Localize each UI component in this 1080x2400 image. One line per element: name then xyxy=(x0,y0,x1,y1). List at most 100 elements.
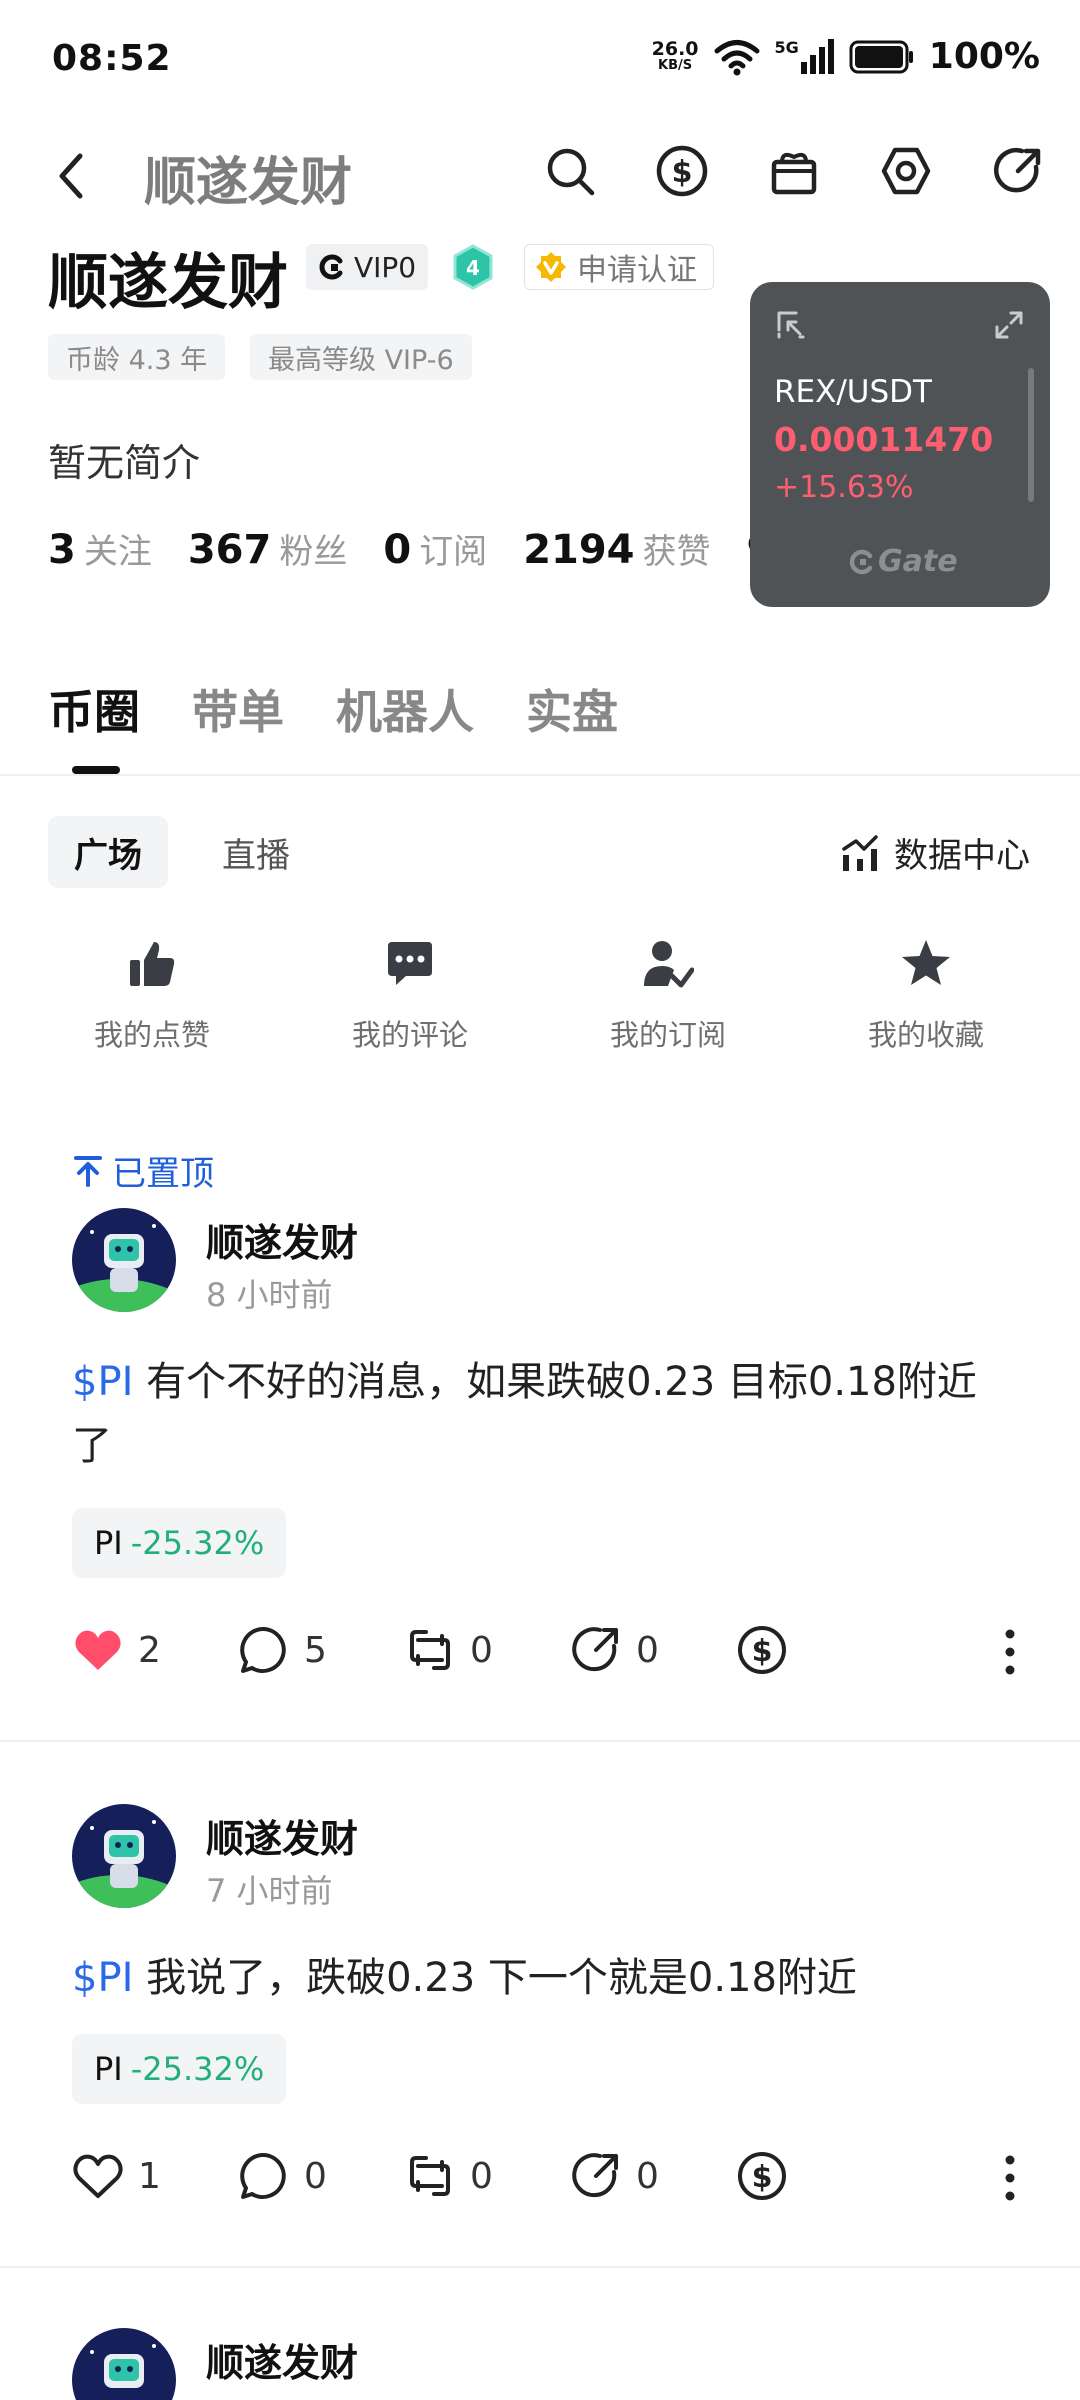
comment-icon xyxy=(384,938,436,990)
tip-button[interactable]: $ xyxy=(736,1624,902,1676)
stat-value: 2194 xyxy=(523,527,635,573)
repost-button[interactable]: 0 xyxy=(404,2150,570,2202)
tip-button[interactable]: $ xyxy=(736,2150,902,2202)
vip-badge[interactable]: VIP0 xyxy=(306,244,429,290)
battery-level: 100% xyxy=(928,36,1040,77)
more-options-icon[interactable] xyxy=(1004,1626,1016,1678)
subscribe-icon xyxy=(642,938,694,990)
pin-top-icon xyxy=(74,1155,102,1187)
share-icon[interactable] xyxy=(992,145,1044,197)
floating-ticker-widget[interactable]: REX/USDT 0.00011470 +15.63% Gate xyxy=(750,282,1050,607)
stat-following[interactable]: 3 关注 xyxy=(48,524,152,573)
comment-count: 0 xyxy=(304,2155,327,2197)
post-body[interactable]: $PI 我说了，跌破0.23 下一个就是0.18附近 xyxy=(72,1946,1012,2010)
vip-logo-icon xyxy=(318,253,346,281)
subtab-square[interactable]: 广场 xyxy=(48,816,168,888)
pinned-label: 已置顶 xyxy=(74,1146,214,1195)
avatar[interactable] xyxy=(72,2328,176,2400)
avatar[interactable] xyxy=(72,1208,176,1312)
dollar-icon: $ xyxy=(738,1626,786,1674)
apply-verify-button[interactable]: 申请认证 xyxy=(524,244,714,290)
back-icon[interactable] xyxy=(52,150,92,202)
post-author[interactable]: 顺遂发财 xyxy=(206,1212,358,1267)
post-ticker-link[interactable]: $PI xyxy=(72,1955,133,2001)
expand-icon[interactable] xyxy=(994,310,1024,340)
level-number: 4 xyxy=(466,256,480,280)
ticker-change: +15.63% xyxy=(774,470,914,505)
my-subscriptions-button[interactable]: 我的订阅 xyxy=(568,938,768,1054)
coin-symbol: PI xyxy=(94,1524,123,1562)
stat-subscriptions[interactable]: 0 订阅 xyxy=(383,524,487,573)
post-time: 8 小时前 xyxy=(206,1276,333,1314)
share-post-button[interactable]: 0 xyxy=(570,2150,736,2202)
star-icon xyxy=(900,938,952,990)
coin-change: -25.32% xyxy=(130,1524,265,1562)
tabs-divider xyxy=(0,774,1080,776)
comment-button[interactable]: 5 xyxy=(238,1624,404,1676)
post-text: 有个不好的消息，如果跌破0.23 目标0.18附近了 xyxy=(72,1359,977,1469)
coin-chip[interactable]: PI -25.32% xyxy=(72,1508,287,1578)
main-tabs: 币圈 带单 机器人 实盘 xyxy=(48,676,618,742)
heart-filled-icon xyxy=(75,1630,121,1670)
comment-button[interactable]: 0 xyxy=(238,2150,404,2202)
comment-count: 5 xyxy=(304,1629,327,1671)
status-time: 08:52 xyxy=(52,38,172,79)
share-post-button[interactable]: 0 xyxy=(570,1624,736,1676)
like-count: 1 xyxy=(138,2155,161,2197)
gate-logo: Gate xyxy=(848,544,958,579)
tab-copy-trade[interactable]: 带单 xyxy=(192,676,284,742)
coin-age-tag: 币龄 4.3 年 xyxy=(48,334,226,380)
subtab-live[interactable]: 直播 xyxy=(196,816,316,888)
tab-coin-circle[interactable]: 币圈 xyxy=(48,676,140,742)
share-count: 0 xyxy=(636,2155,659,2197)
post-author[interactable]: 顺遂发财 xyxy=(206,1808,358,1863)
gift-icon[interactable] xyxy=(768,145,820,197)
post-ticker-link[interactable]: $PI xyxy=(72,1359,133,1405)
repost-button[interactable]: 0 xyxy=(404,1624,570,1676)
my-comments-button[interactable]: 我的评论 xyxy=(310,938,510,1054)
share-count: 0 xyxy=(636,1629,659,1671)
tab-bots[interactable]: 机器人 xyxy=(336,676,474,742)
net-speed-unit: KB/S xyxy=(658,58,693,73)
nav-actions: $ xyxy=(544,145,1044,197)
comment-bubble-icon xyxy=(240,1626,286,1673)
my-likes-button[interactable]: 我的点赞 xyxy=(52,938,252,1054)
battery-icon xyxy=(849,40,915,74)
my-favorites-label: 我的收藏 xyxy=(867,1018,984,1052)
my-likes-label: 我的点赞 xyxy=(93,1018,210,1052)
post-time: 7 小时前 xyxy=(206,1872,333,1910)
collapse-icon[interactable] xyxy=(776,310,806,340)
post-body[interactable]: $PI 有个不好的消息，如果跌破0.23 目标0.18附近了 xyxy=(72,1350,1012,1478)
svg-text:$: $ xyxy=(752,2160,773,2195)
data-center-label: 数据中心 xyxy=(894,836,1030,876)
svg-text:$: $ xyxy=(752,1634,773,1669)
comment-bubble-icon xyxy=(240,2152,286,2199)
post-actions: 2 5 0 0 $ xyxy=(72,1624,902,1676)
stat-followers[interactable]: 367 粉丝 xyxy=(188,524,348,573)
apply-verify-label: 申请认证 xyxy=(577,253,697,288)
data-center-button[interactable]: 数据中心 xyxy=(840,828,1030,877)
share-icon xyxy=(572,2153,618,2198)
post-divider xyxy=(0,1740,1080,1742)
my-favorites-button[interactable]: 我的收藏 xyxy=(826,938,1026,1054)
like-button[interactable]: 2 xyxy=(72,1624,238,1676)
avatar[interactable] xyxy=(72,1804,176,1908)
post-actions: 1 0 0 0 $ xyxy=(72,2150,902,2202)
share-icon xyxy=(572,1627,618,1672)
post-author[interactable]: 顺遂发财 xyxy=(206,2332,358,2387)
search-icon[interactable] xyxy=(544,145,596,197)
nav-title: 顺遂发财 xyxy=(144,153,353,213)
net-speed: 26.0 KB/S xyxy=(652,40,699,73)
settings-icon[interactable] xyxy=(880,145,932,197)
tab-live-account[interactable]: 实盘 xyxy=(526,676,618,742)
ticker-price: 0.00011470 xyxy=(774,420,994,459)
svg-text:$: $ xyxy=(672,155,693,190)
net-speed-value: 26.0 xyxy=(651,38,699,60)
dollar-icon[interactable]: $ xyxy=(656,145,708,197)
ticker-scrollbar[interactable] xyxy=(1028,368,1034,502)
like-button[interactable]: 1 xyxy=(72,2150,238,2202)
coin-chip[interactable]: PI -25.32% xyxy=(72,2034,287,2104)
gate-logo-text: Gate xyxy=(878,544,958,579)
more-options-icon[interactable] xyxy=(1004,2152,1016,2204)
like-count: 2 xyxy=(138,1629,161,1671)
